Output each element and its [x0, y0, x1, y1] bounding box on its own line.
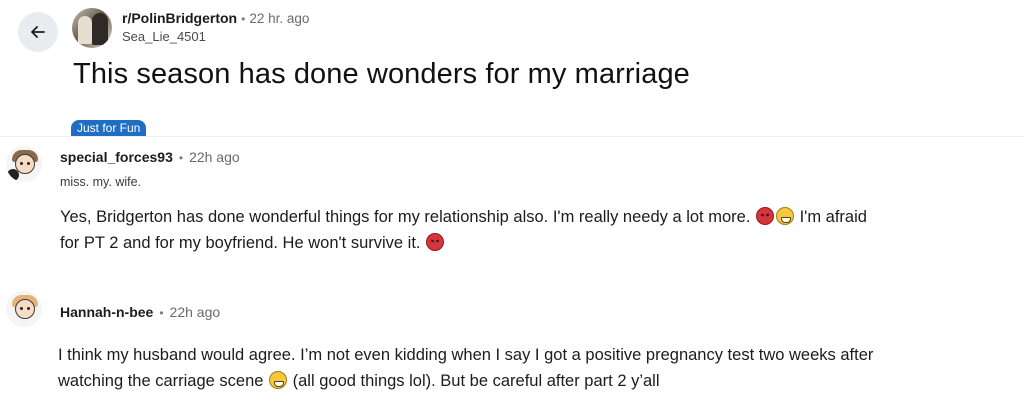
comment-header: Hannah-n-bee • 22h ago: [60, 304, 220, 320]
comment-avatar[interactable]: [6, 291, 42, 327]
comment-body: Yes, Bridgerton has done wonderful thing…: [60, 204, 1020, 256]
arrow-left-icon: [31, 26, 45, 38]
user-flair: miss. my. wife.: [60, 175, 142, 189]
subreddit-avatar[interactable]: [72, 8, 112, 48]
comment-text: for PT 2 and for my boyfriend. He won't …: [60, 234, 421, 252]
post-meta: r/PolinBridgerton • 22 hr. ago Sea_Lie_4…: [122, 10, 309, 44]
comment-text: Yes, Bridgerton has done wonderful thing…: [60, 208, 751, 226]
divider: [0, 136, 1024, 137]
grinning-face-emoji: [269, 371, 288, 389]
subreddit-link[interactable]: r/PolinBridgerton: [122, 10, 237, 26]
back-button[interactable]: [18, 12, 58, 52]
comment-text: (all good things lol). But be careful af…: [292, 372, 660, 390]
separator-dot: •: [178, 151, 184, 165]
comment-time: 22h ago: [169, 304, 221, 320]
comment-time: 22h ago: [189, 149, 240, 165]
comment-author[interactable]: special_forces93: [60, 149, 173, 165]
grinning-face-emoji: [776, 207, 794, 225]
comment-text: I'm afraid: [799, 208, 867, 226]
angry-face-emoji: [426, 233, 445, 251]
comment-header: special_forces93 • 22h ago: [60, 149, 240, 165]
comment-body: I think my husband would agree. I’m not …: [58, 342, 1024, 394]
post-title: This season has done wonders for my marr…: [73, 58, 690, 90]
comment-text: I think my husband would agree. I’m not …: [58, 346, 874, 364]
post-time: 22 hr. ago: [249, 11, 310, 26]
angry-face-emoji: [756, 207, 774, 225]
separator-dot: •: [159, 306, 164, 320]
comment-author[interactable]: Hannah-n-bee: [60, 304, 153, 320]
comment-text: watching the carriage scene: [58, 372, 264, 390]
post-flair[interactable]: Just for Fun: [71, 120, 147, 136]
post-author[interactable]: Sea_Lie_4501: [122, 29, 309, 44]
separator-dot: •: [241, 12, 246, 26]
comment-avatar[interactable]: [6, 146, 42, 182]
